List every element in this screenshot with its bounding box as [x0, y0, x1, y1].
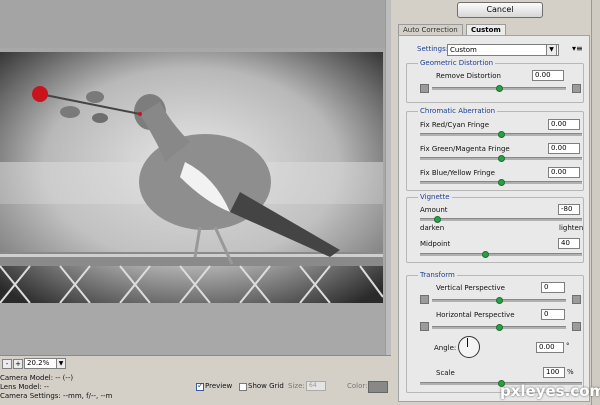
horizontal-perspective-slider-thumb[interactable] [496, 324, 503, 331]
cancel-button[interactable]: Cancel [457, 2, 543, 18]
preview-label: Preview [205, 382, 233, 390]
angle-dial-icon[interactable] [458, 336, 480, 358]
vignette-amount-slider-thumb[interactable] [434, 216, 441, 223]
scale-label: Scale [436, 369, 455, 377]
zoom-in-button[interactable]: + [13, 359, 23, 369]
vertical-perspective-label: Vertical Perspective [436, 284, 505, 292]
zoom-out-button[interactable]: - [2, 359, 12, 369]
remove-distortion-slider-track[interactable] [432, 85, 566, 92]
fix-green-magenta-field[interactable]: 0.00 [548, 143, 580, 154]
vignette-midpoint-label: Midpoint [420, 240, 451, 248]
horizontal-perspective-slider-track[interactable] [432, 324, 566, 331]
transform-title: Transform [418, 271, 457, 279]
show-grid-checkbox[interactable] [239, 383, 247, 391]
watermark: pxleyes.com [500, 382, 600, 400]
settings-label: Settings: [417, 45, 449, 53]
chromatic-aberration-title: Chromatic Aberration [418, 107, 498, 115]
preview-checkbox[interactable]: ✓ [196, 381, 204, 391]
angle-label: Angle: [434, 344, 457, 352]
zoom-dropdown-icon[interactable]: ▼ [56, 358, 66, 369]
lens-model: Lens Model: -- [0, 383, 50, 391]
checkmark-icon: ✓ [197, 381, 204, 390]
vignette-midpoint-slider-thumb[interactable] [482, 251, 489, 258]
scale-unit: % [567, 368, 574, 376]
preview-image[interactable] [0, 52, 383, 303]
angle-dial-needle [467, 338, 468, 347]
remove-distortion-slider-thumb[interactable] [496, 85, 503, 92]
fix-green-magenta-slider-thumb[interactable] [498, 155, 505, 162]
perspective-left-icon [420, 322, 429, 331]
fix-blue-yellow-slider-thumb[interactable] [498, 179, 505, 186]
fix-red-cyan-slider-track[interactable] [420, 131, 582, 138]
pincushion-distortion-icon [572, 84, 581, 93]
remove-distortion-field[interactable]: 0.00 [532, 70, 564, 81]
camera-model: Camera Model: -- (--) [0, 374, 74, 382]
show-grid-label: Show Grid [248, 382, 284, 390]
fix-blue-yellow-field[interactable]: 0.00 [548, 167, 580, 178]
settings-select[interactable]: Custom [447, 44, 559, 56]
dove-with-rose-photo [0, 52, 383, 303]
vertical-perspective-slider-thumb[interactable] [496, 297, 503, 304]
camera-settings: Camera Settings: --mm, f/--, --m [0, 392, 113, 400]
angle-field[interactable]: 0.00 [536, 342, 564, 353]
fix-blue-yellow-label: Fix Blue/Yellow Fringe [420, 169, 495, 177]
vignette-midpoint-slider-track[interactable] [420, 251, 582, 258]
vignette-title: Vignette [418, 193, 452, 201]
geometric-distortion-section [406, 63, 584, 103]
vertical-perspective-field[interactable]: 0 [541, 282, 565, 293]
barrel-distortion-icon [420, 84, 429, 93]
fix-blue-yellow-slider-track[interactable] [420, 179, 582, 186]
vignette-midpoint-field[interactable]: 40 [558, 238, 580, 249]
vignette-amount-slider-track[interactable] [420, 216, 582, 223]
remove-distortion-label: Remove Distortion [436, 72, 501, 80]
chevron-down-icon[interactable]: ▼ [546, 44, 557, 56]
grid-color-label: Color: [347, 382, 368, 390]
vertical-perspective-slider-track[interactable] [432, 297, 566, 304]
settings-menu-icon[interactable]: ▾≡ [572, 45, 583, 53]
zoom-bar: - + 20.2% ▼ [0, 355, 391, 370]
perspective-top-icon [420, 295, 429, 304]
panel-scrollbar[interactable] [591, 0, 600, 405]
darken-label: darken [420, 224, 445, 232]
angle-unit: ° [566, 342, 570, 350]
grid-size-field[interactable]: 64 [306, 381, 326, 391]
vignette-amount-field[interactable]: -80 [558, 204, 580, 215]
vignette-amount-label: Amount [420, 206, 448, 214]
fix-red-cyan-slider-thumb[interactable] [498, 131, 505, 138]
perspective-bottom-icon [572, 295, 581, 304]
fix-green-magenta-label: Fix Green/Magenta Fringe [420, 145, 510, 153]
grid-color-swatch[interactable] [368, 381, 388, 393]
canvas-background [0, 0, 391, 48]
perspective-right-icon [572, 322, 581, 331]
fix-red-cyan-field[interactable]: 0.00 [548, 119, 580, 130]
geometric-distortion-title: Geometric Distortion [418, 59, 496, 67]
horizontal-perspective-label: Horizontal Perspective [436, 311, 515, 319]
fix-green-magenta-slider-track[interactable] [420, 155, 582, 162]
grid-size-label: Size: [288, 382, 305, 390]
scale-field[interactable]: 100 [543, 367, 565, 378]
fix-red-cyan-label: Fix Red/Cyan Fringe [420, 121, 489, 129]
horizontal-perspective-field[interactable]: 0 [541, 309, 565, 320]
lighten-label: lighten [559, 224, 584, 232]
